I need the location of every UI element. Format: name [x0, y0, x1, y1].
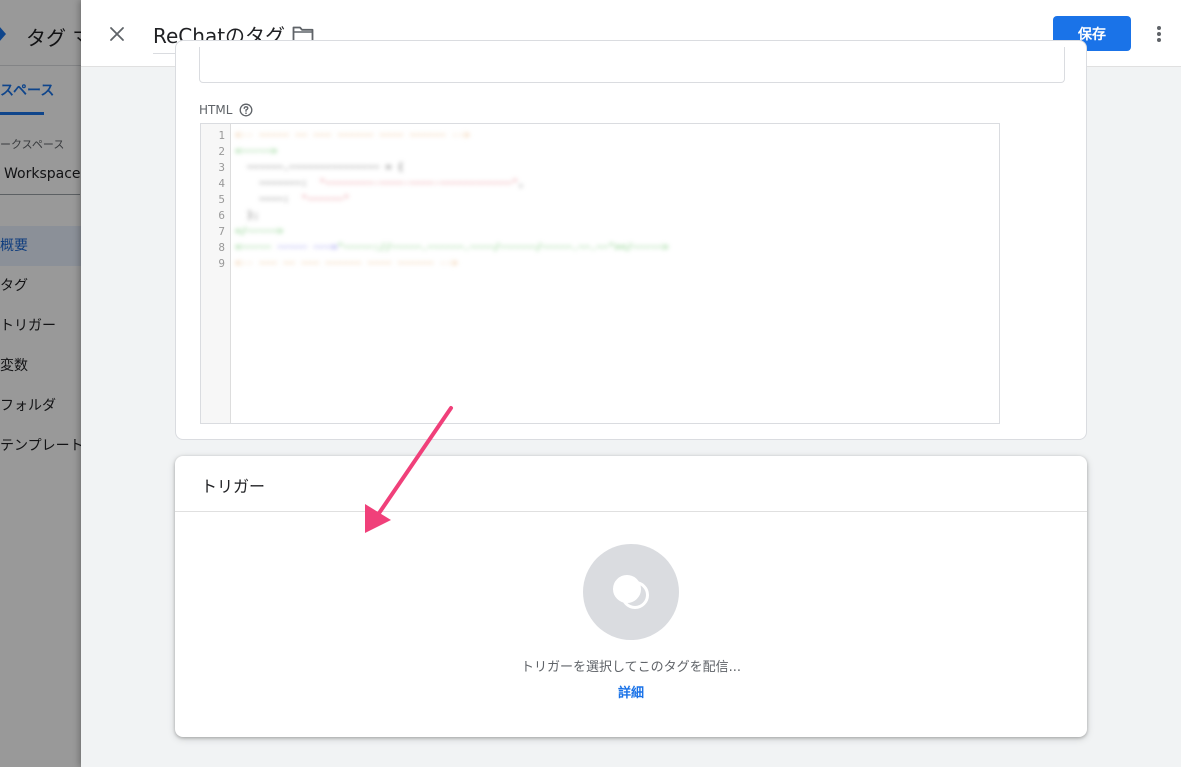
html-code-editor[interactable]: 1 2 3 4 5 6 7 8 9 <-- ~~~~~ ~~ ~~~ ~~~~~…	[200, 123, 1000, 424]
code-content-blurred: <-- ~~~~~ ~~ ~~~ ~~~~~~ ~~~~ ~~~~~~ --> …	[235, 128, 999, 272]
code-line: <~~~~~>	[235, 146, 278, 157]
line-number: 3	[218, 161, 225, 174]
tag-type-field[interactable]	[199, 47, 1065, 83]
code-line: <-- ~~~ ~~ ~~~ ~~~~~~ ~~~~ ~~~~~~ -->	[235, 258, 458, 269]
line-number: 8	[218, 241, 225, 254]
line-number: 7	[218, 225, 225, 238]
code-line: ~~~~~~.~~~~~~~~~~~~~~~ = {	[235, 162, 404, 173]
trigger-icon	[613, 575, 649, 609]
trigger-card-divider	[175, 511, 1087, 512]
trigger-detail-link[interactable]: 詳細	[175, 682, 1087, 701]
tag-editor-panel: ReChatのタグ 保存 HTML 1 2 3 4 5 6 7 8 9 <-- …	[81, 0, 1181, 767]
code-gutter: 1 2 3 4 5 6 7 8 9	[201, 124, 231, 423]
code-line: </~~~~~>	[235, 226, 284, 237]
more-options-button[interactable]	[1147, 20, 1171, 48]
close-button[interactable]	[103, 20, 131, 48]
line-number: 5	[218, 193, 225, 206]
line-number: 9	[218, 257, 225, 270]
tag-configuration-card: HTML 1 2 3 4 5 6 7 8 9 <-- ~~~~~ ~~ ~~~ …	[175, 40, 1087, 440]
trigger-prompt-text: トリガーを選択してこのタグを配信...	[520, 660, 741, 675]
line-number: 6	[218, 209, 225, 222]
line-number: 1	[218, 129, 225, 142]
html-label-text: HTML	[199, 103, 233, 117]
html-label: HTML	[199, 103, 253, 117]
more-vert-icon	[1157, 26, 1161, 42]
add-trigger-button[interactable]	[583, 544, 679, 640]
trigger-card-title: トリガー	[201, 477, 266, 496]
code-line: <-- ~~~~~ ~~ ~~~ ~~~~~~ ~~~~ ~~~~~~ -->	[235, 130, 470, 141]
code-line: <~~~~~ ~~~~~ ~~~="~~~~~://~~~~~.~~~~~~.~…	[235, 242, 669, 253]
code-line: };	[235, 210, 260, 221]
close-icon	[110, 27, 124, 41]
trigger-card: トリガー トリガーを選択してこのタグを配信... 詳細	[175, 456, 1087, 737]
line-number: 2	[218, 145, 225, 158]
code-line: ~~~~~~~: "~~~~~~~~-~~~~-~~~~-~~~~~~~~~~~…	[235, 178, 524, 189]
code-line: ~~~~: "~~~~~~"	[235, 194, 350, 205]
line-number: 4	[218, 177, 225, 190]
help-icon[interactable]	[239, 103, 253, 117]
